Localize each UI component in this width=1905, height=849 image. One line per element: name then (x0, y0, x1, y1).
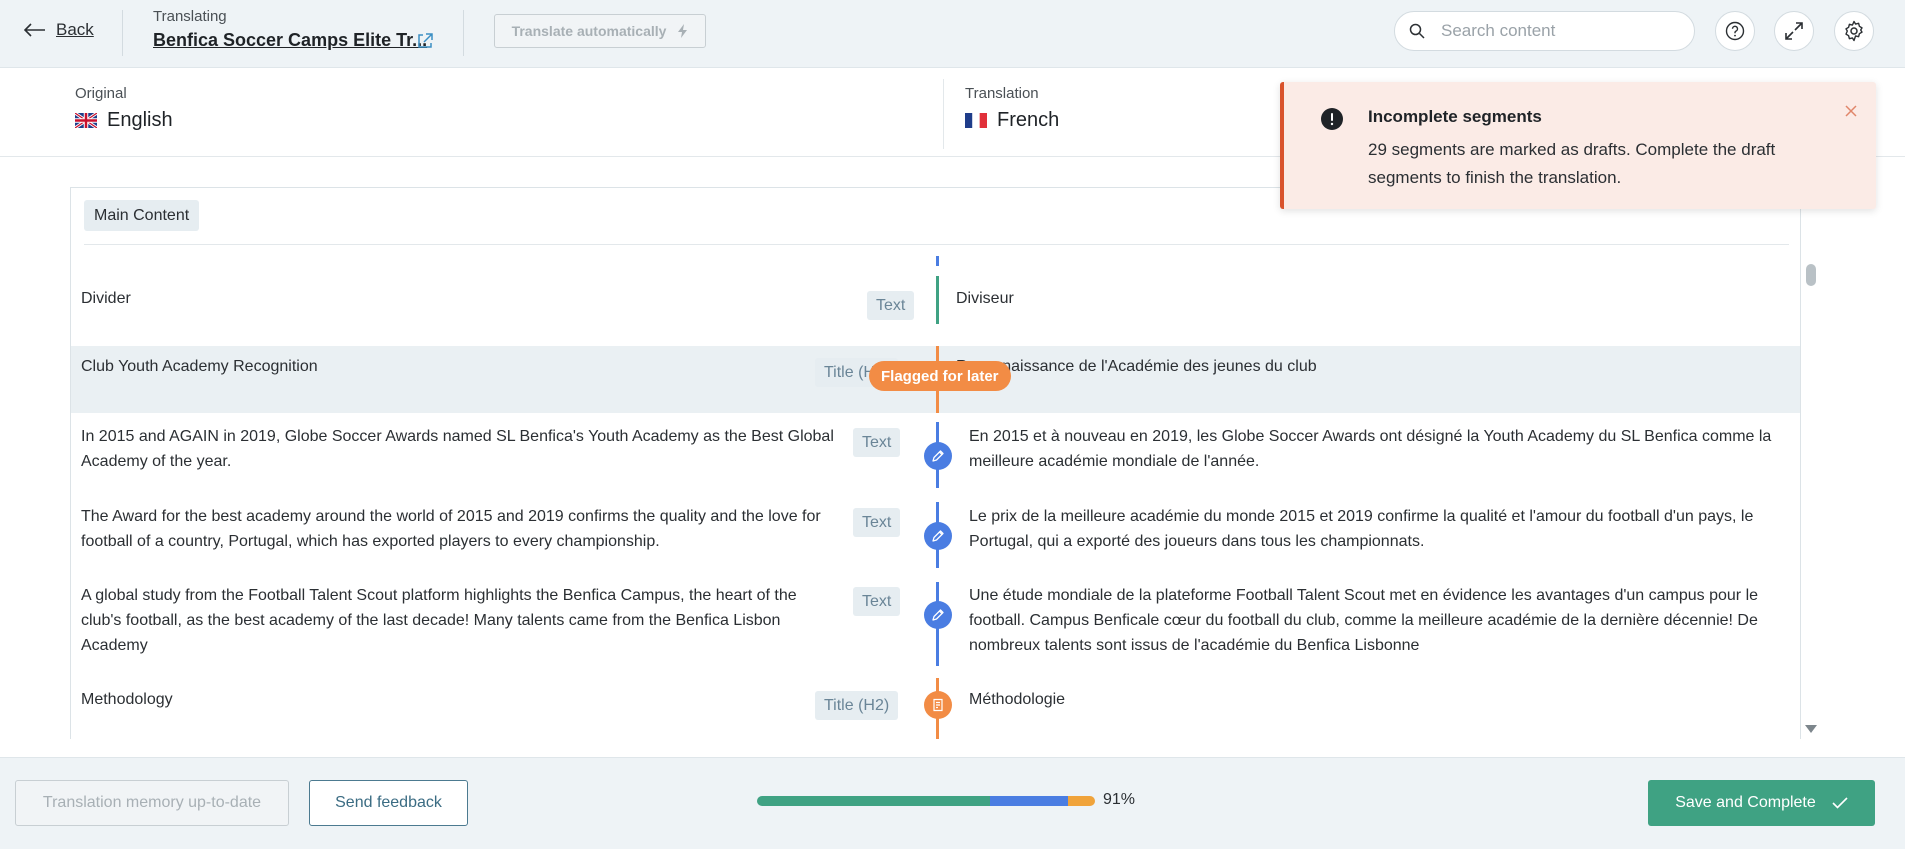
segment-source: Divider (81, 290, 131, 307)
back-button[interactable]: Back (24, 20, 94, 40)
original-language: English (75, 109, 173, 132)
search-box[interactable] (1394, 11, 1695, 51)
original-caption: Original (75, 85, 127, 102)
save-and-complete-label: Save and Complete (1675, 794, 1816, 811)
bottom-bar: Translation memory up-to-date Send feedb… (0, 757, 1905, 849)
language-divider (943, 79, 944, 149)
arrow-left-icon (24, 23, 45, 37)
flagged-badge: Flagged for later (869, 361, 1011, 391)
help-button[interactable] (1715, 11, 1755, 51)
segments-panel: Main Content Divider Text Diviseur Club … (70, 187, 1801, 739)
segment-row[interactable]: Club Youth Academy Recognition Title (H2… (71, 346, 1800, 413)
pencil-icon (932, 609, 944, 621)
segment-target[interactable]: Le prix de la meilleure académie du mond… (969, 504, 1789, 554)
segment-source: The Award for the best academy around th… (81, 508, 821, 550)
checkmark-icon (1832, 797, 1848, 809)
segment-row[interactable]: In 2015 and AGAIN in 2019, Globe Soccer … (71, 414, 1800, 494)
header-divider (463, 10, 464, 56)
segment-type-tag: Title (H2) (815, 691, 899, 720)
segment-source: A global study from the Football Talent … (81, 587, 797, 654)
segment-type-tag: Text (867, 291, 915, 320)
top-bar: Back Translating Benfica Soccer Camps El… (0, 0, 1905, 68)
alert-icon (1321, 108, 1343, 130)
translation-language: French (965, 109, 1059, 132)
translation-caption: Translation (965, 85, 1039, 102)
timeline-line (936, 276, 939, 324)
close-icon[interactable] (1844, 104, 1858, 118)
segment-row[interactable]: A global study from the Football Talent … (71, 574, 1800, 674)
translate-automatically-label: Translate automatically (511, 23, 667, 39)
segment-source: Club Youth Academy Recognition (81, 358, 318, 375)
lightning-icon (678, 24, 688, 38)
segment-type-tag: Text (853, 587, 901, 616)
segment-source: Methodology (81, 691, 173, 708)
original-language-name: English (107, 109, 173, 131)
gear-icon (1845, 20, 1863, 42)
page-title-link[interactable]: Benfica Soccer Camps Elite Tr... (153, 30, 427, 51)
note-status-button[interactable] (924, 691, 952, 719)
segment-row[interactable]: Divider Text Diviseur (71, 270, 1800, 330)
scrollbar-thumb[interactable] (1806, 264, 1816, 286)
segment-source: In 2015 and AGAIN in 2019, Globe Soccer … (81, 428, 834, 470)
segment-target[interactable]: Diviseur (956, 286, 1776, 311)
progress-draft-segment (990, 796, 1068, 806)
draft-status-button[interactable] (924, 522, 952, 550)
section-divider (84, 244, 1789, 245)
draft-status-button[interactable] (924, 601, 952, 629)
scroll-down-icon[interactable] (1804, 724, 1818, 734)
segment-target[interactable]: Méthodologie (969, 687, 1789, 712)
progress-bar (757, 796, 1095, 806)
segment-target[interactable]: Reconnaissance de l'Académie des jeunes … (956, 354, 1776, 379)
pencil-icon (932, 450, 944, 462)
external-link-icon[interactable] (416, 32, 434, 50)
translation-memory-button[interactable]: Translation memory up-to-date (15, 780, 289, 826)
toast-message: 29 segments are marked as drafts. Comple… (1368, 140, 1776, 187)
uk-flag-icon (75, 113, 97, 128)
segment-type-tag: Text (853, 508, 901, 537)
segment-target[interactable]: Une étude mondiale de la plateforme Foot… (969, 583, 1789, 658)
fullscreen-button[interactable] (1774, 11, 1814, 51)
expand-icon (1785, 22, 1803, 40)
translate-automatically-button[interactable]: Translate automatically (494, 14, 706, 48)
france-flag-icon (965, 113, 987, 128)
segment-row[interactable]: The Award for the best academy around th… (71, 494, 1800, 574)
save-and-complete-button[interactable]: Save and Complete (1648, 780, 1875, 826)
toast-title: Incomplete segments (1368, 107, 1542, 126)
pencil-icon (932, 530, 944, 542)
settings-button[interactable] (1834, 11, 1874, 51)
progress-flagged-segment (1067, 796, 1095, 806)
translating-caption: Translating (153, 8, 227, 25)
segment-target[interactable]: En 2015 et à nouveau en 2019, les Globe … (969, 424, 1789, 474)
progress-complete-segment (757, 796, 991, 806)
send-feedback-button[interactable]: Send feedback (309, 780, 468, 826)
timeline-line (936, 256, 939, 266)
back-label: Back (56, 20, 94, 39)
draft-status-button[interactable] (924, 442, 952, 470)
search-icon (1409, 23, 1425, 39)
segment-type-tag: Text (853, 428, 901, 457)
progress-percentage: 91% (1103, 791, 1136, 808)
header-divider (122, 10, 123, 56)
incomplete-segments-toast: Incomplete segments 29 segments are mark… (1280, 82, 1876, 209)
translation-language-name: French (997, 109, 1060, 131)
section-tag: Main Content (84, 200, 200, 231)
segment-row[interactable]: Methodology Title (H2) Méthodologie (71, 678, 1800, 739)
help-icon (1725, 21, 1745, 41)
search-input[interactable] (1441, 21, 1671, 41)
note-icon (933, 698, 943, 712)
